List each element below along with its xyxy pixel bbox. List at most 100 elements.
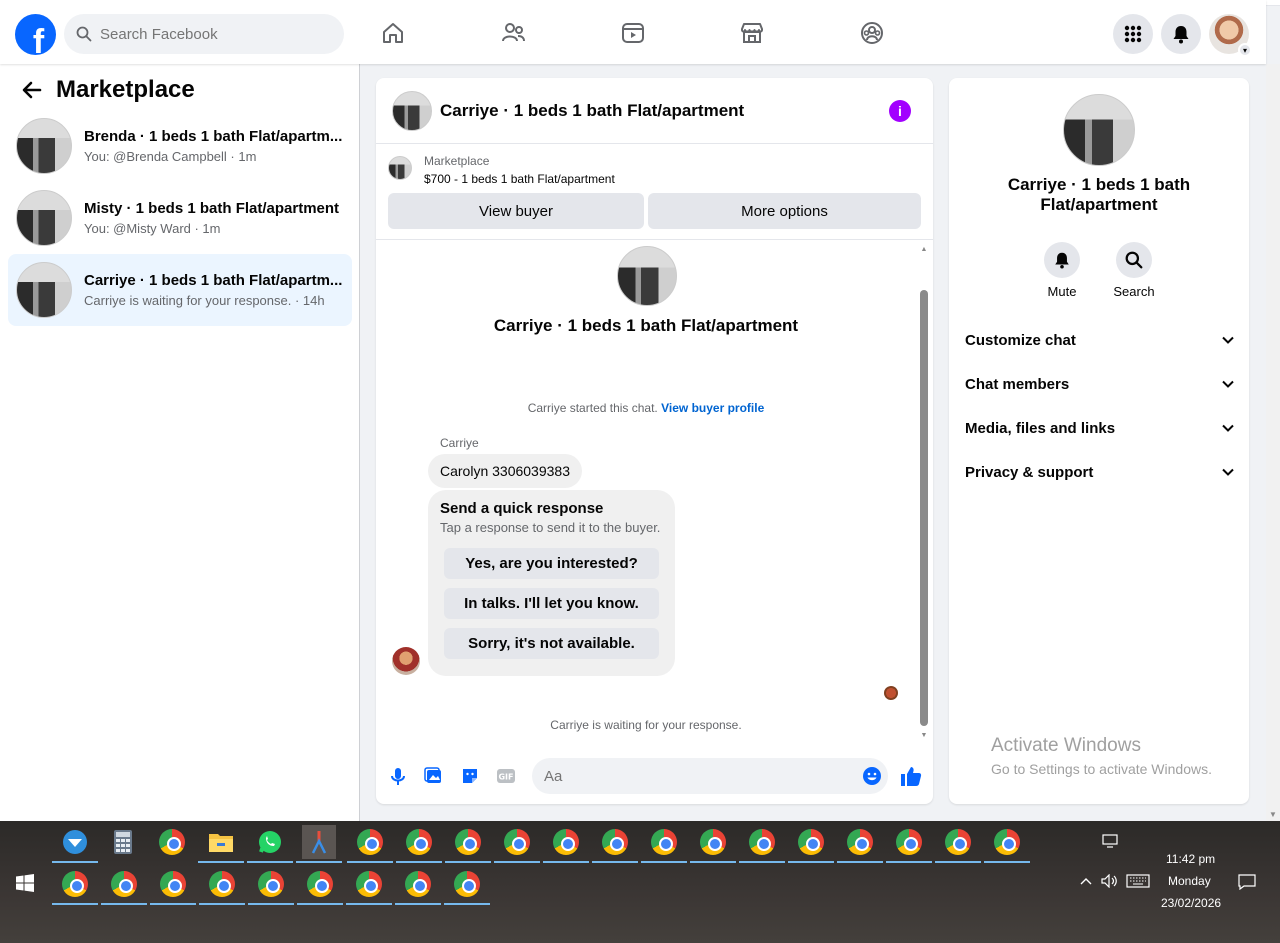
chrome-profile-icon[interactable] — [690, 825, 736, 863]
chrome-icon[interactable] — [155, 825, 189, 859]
conversation-item-carriye[interactable]: Carriye · 1 beds 1 bath Flat/apartm... C… — [8, 254, 352, 326]
microphone-icon[interactable] — [388, 766, 408, 786]
notifications-bell-icon[interactable] — [1161, 14, 1201, 54]
view-buyer-profile-link[interactable]: View buyer profile — [661, 401, 764, 415]
section-label: Customize chat — [965, 331, 1076, 349]
chrome-profile-icon[interactable] — [445, 825, 491, 863]
marketplace-icon[interactable] — [739, 20, 765, 46]
chevron-up-icon[interactable] — [1079, 876, 1093, 886]
chrome-profile-icon[interactable] — [984, 825, 1030, 863]
windows-taskbar: 11:42 pm Monday 23/02/2026 — [0, 821, 1280, 943]
quick-response-button[interactable]: Yes, are you interested? — [444, 548, 659, 579]
photo-icon[interactable] — [424, 766, 444, 786]
more-options-button[interactable]: More options — [648, 193, 921, 229]
chrome-profile-icon[interactable] — [395, 867, 441, 905]
watch-icon[interactable] — [620, 20, 646, 46]
quick-response-button[interactable]: Sorry, it's not available. — [444, 628, 659, 659]
search-control[interactable]: Search — [1104, 242, 1164, 299]
network-icon[interactable] — [1102, 834, 1118, 848]
search-bar[interactable] — [64, 14, 344, 54]
message-bubble[interactable]: Carolyn 3306039383 — [428, 454, 582, 488]
chat-title[interactable]: Carriye · 1 beds 1 bath Flat/apartment — [440, 101, 744, 121]
chrome-profile-icon[interactable] — [396, 825, 442, 863]
windows-start-icon[interactable] — [16, 874, 34, 892]
search-label: Search — [1113, 284, 1155, 299]
seen-indicator-avatar — [884, 686, 898, 700]
chat-scrollbar[interactable]: ▲ ▼ — [920, 246, 928, 740]
scroll-down-icon[interactable]: ▼ — [1269, 810, 1277, 819]
keyboard-icon[interactable] — [1126, 874, 1150, 888]
groups-icon[interactable] — [859, 20, 885, 46]
chrome-profile-icon[interactable] — [886, 825, 932, 863]
action-center-icon[interactable] — [1238, 874, 1256, 890]
divider — [376, 239, 933, 240]
listing-thumbnail — [388, 156, 412, 180]
taskbar-app-icon[interactable] — [52, 825, 98, 863]
listing-thumbnail[interactable] — [392, 90, 432, 131]
chat-members-section[interactable]: Chat members — [965, 368, 1235, 400]
chrome-profile-icon[interactable] — [935, 825, 981, 863]
profile-avatar[interactable]: ▾ — [1209, 14, 1252, 57]
mute-control[interactable]: Mute — [1032, 242, 1092, 299]
snipping-tool-icon[interactable] — [296, 825, 342, 863]
chrome-profile-icon[interactable] — [248, 867, 294, 905]
clock-day[interactable]: Monday — [1168, 874, 1211, 888]
chrome-profile-icon[interactable] — [150, 867, 196, 905]
privacy-support-section[interactable]: Privacy & support — [965, 456, 1235, 488]
scroll-down-icon[interactable]: ▼ — [920, 732, 928, 740]
chrome-profile-icon[interactable] — [52, 867, 98, 905]
chrome-profile-icon[interactable] — [444, 867, 490, 905]
menu-grid-icon[interactable] — [1113, 14, 1153, 54]
scroll-up-icon[interactable]: ▲ — [920, 246, 928, 254]
customize-chat-section[interactable]: Customize chat — [965, 324, 1235, 356]
chevron-down-icon[interactable]: ▾ — [1238, 43, 1252, 57]
chrome-profile-icon[interactable] — [101, 867, 147, 905]
back-arrow-icon[interactable] — [20, 78, 44, 102]
facebook-logo-icon[interactable]: f — [15, 14, 56, 55]
quick-response-button[interactable]: In talks. I'll let you know. — [444, 588, 659, 619]
conversation-subtitle: You: @Misty Ward · 1m — [84, 221, 221, 236]
view-buyer-button[interactable]: View buyer — [388, 193, 644, 229]
search-icon[interactable] — [1116, 242, 1152, 278]
gif-icon[interactable]: GIF — [496, 766, 516, 786]
message-input-box[interactable] — [532, 758, 888, 794]
buyer-avatar[interactable] — [392, 647, 420, 675]
watermark-line1: Activate Windows — [991, 735, 1141, 756]
thumbs-up-icon[interactable] — [899, 764, 923, 788]
volume-icon[interactable] — [1101, 874, 1119, 888]
chat-started-notice: Carriye started this chat. View buyer pr… — [376, 401, 916, 415]
section-label: Privacy & support — [965, 463, 1094, 481]
chrome-profile-icon[interactable] — [297, 867, 343, 905]
calculator-icon[interactable] — [106, 825, 140, 859]
mute-bell-icon[interactable] — [1044, 242, 1080, 278]
chrome-profile-icon[interactable] — [592, 825, 638, 863]
quick-response-card: Send a quick response Tap a response to … — [428, 490, 675, 676]
search-input[interactable] — [100, 25, 320, 43]
conversation-item-brenda[interactable]: Brenda · 1 beds 1 bath Flat/apartm... Yo… — [8, 111, 352, 181]
chrome-profile-icon[interactable] — [788, 825, 834, 863]
conversation-item-misty[interactable]: Misty · 1 beds 1 bath Flat/apartment You… — [8, 183, 352, 253]
chrome-profile-icon[interactable] — [494, 825, 540, 863]
chrome-profile-icon[interactable] — [739, 825, 785, 863]
scrollbar-thumb[interactable] — [920, 290, 928, 726]
info-icon[interactable]: i — [889, 100, 911, 122]
media-files-links-section[interactable]: Media, files and links — [965, 412, 1235, 444]
clock-time[interactable]: 11:42 pm — [1166, 852, 1215, 866]
clock-date[interactable]: 23/02/2026 — [1161, 896, 1221, 910]
chrome-profile-icon[interactable] — [347, 825, 393, 863]
listing-summary[interactable]: Marketplace $700 - 1 beds 1 bath Flat/ap… — [388, 154, 615, 186]
chrome-profile-icon[interactable] — [641, 825, 687, 863]
chrome-profile-icon[interactable] — [346, 867, 392, 905]
sticker-icon[interactable] — [460, 766, 480, 786]
file-explorer-icon[interactable] — [198, 825, 244, 863]
message-input[interactable] — [544, 767, 844, 785]
emoji-icon[interactable] — [862, 766, 882, 786]
chrome-profile-icon[interactable] — [837, 825, 883, 863]
friends-icon[interactable] — [500, 20, 526, 46]
chrome-profile-icon[interactable] — [543, 825, 589, 863]
home-icon[interactable] — [380, 20, 406, 46]
chrome-profile-icon[interactable] — [199, 867, 245, 905]
quick-response-title: Send a quick response — [440, 500, 604, 517]
whatsapp-icon[interactable] — [247, 825, 293, 863]
page-scrollbar[interactable]: ▼ — [1266, 64, 1280, 821]
